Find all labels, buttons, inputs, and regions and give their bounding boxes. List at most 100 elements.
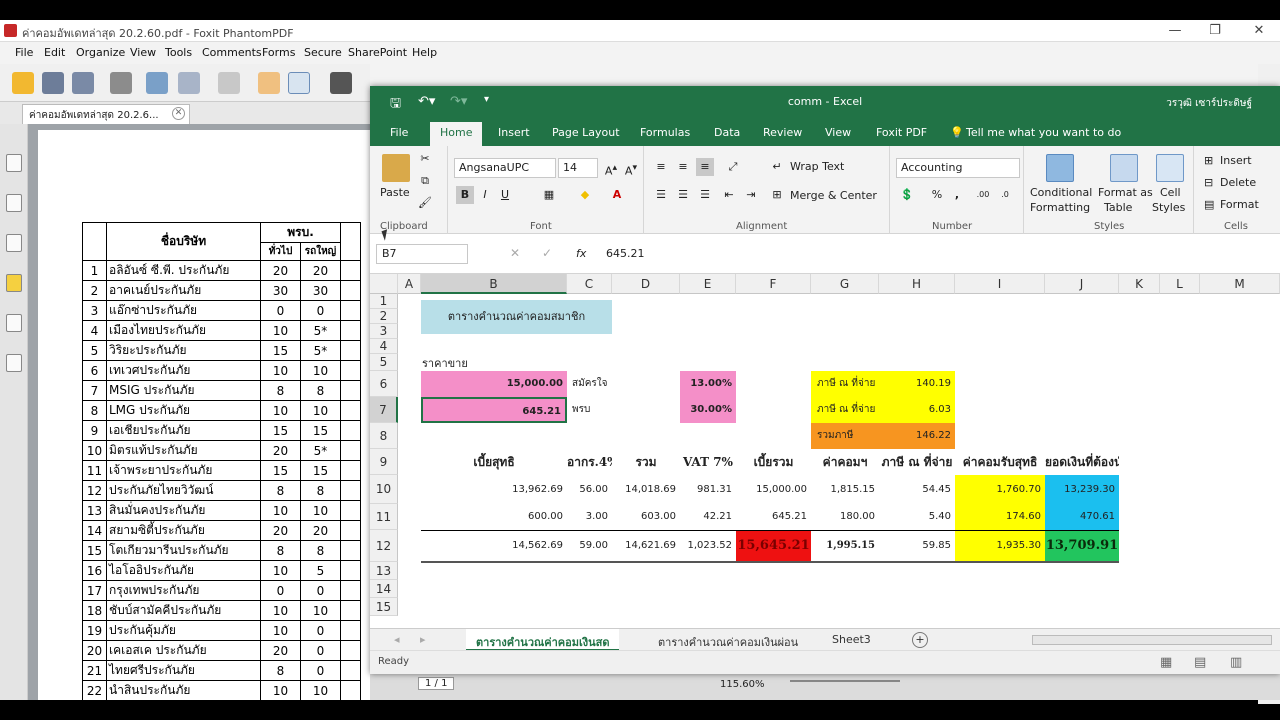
delete-button[interactable]: Delete (1220, 176, 1256, 189)
column-header[interactable]: J (1045, 274, 1119, 294)
menu-organize[interactable]: Organize (76, 46, 125, 59)
open-folder-icon[interactable] (12, 72, 34, 94)
sheet-tab-sheet3[interactable]: Sheet3 (832, 633, 871, 646)
cell-styles-button[interactable]: Cell (1160, 186, 1181, 199)
column-header[interactable]: L (1160, 274, 1200, 294)
normal-view-icon[interactable]: ▦ (1160, 655, 1172, 670)
cell-g6[interactable]: ภาษี ณ ที่จ่าย (811, 371, 879, 397)
fill-color-icon[interactable]: ◆ (576, 186, 594, 204)
column-header[interactable]: A (398, 274, 421, 294)
sheet-next-icon[interactable]: ▸ (420, 633, 426, 646)
tab-close-icon[interactable]: ✕ (172, 107, 185, 120)
row-header[interactable]: 15 (370, 598, 398, 616)
value-cell[interactable]: 59.85 (879, 530, 955, 562)
font-name-box[interactable]: AngsanaUPC (454, 158, 556, 178)
align-bottom-icon[interactable]: ≡ (696, 158, 714, 176)
tab-file[interactable]: File (390, 126, 408, 139)
row-header[interactable]: 9 (370, 449, 398, 475)
bold-button[interactable]: B (456, 186, 474, 204)
underline-button[interactable]: U (496, 186, 514, 204)
hand-icon[interactable] (258, 72, 280, 94)
cell-b6[interactable]: 15,000.00 (421, 371, 567, 397)
row-header[interactable]: 1 (370, 294, 398, 309)
sheet-prev-icon[interactable]: ◂ (394, 633, 400, 646)
row-header[interactable]: 13 (370, 562, 398, 580)
price-label-cell[interactable]: ราคาขาย (422, 354, 562, 372)
column-title-cell[interactable]: VAT 7% (680, 449, 736, 475)
column-header[interactable]: I (955, 274, 1045, 294)
paste-icon[interactable] (382, 154, 410, 182)
value-cell[interactable]: 42.21 (680, 504, 736, 530)
insert-icon[interactable]: ⊞ (1204, 154, 1213, 167)
column-title-cell[interactable]: ค่าคอมรับสุทธิ (955, 449, 1045, 475)
column-header[interactable]: H (879, 274, 955, 294)
tab-insert[interactable]: Insert (498, 126, 530, 139)
print-icon[interactable] (110, 72, 132, 94)
value-cell[interactable]: 15,645.21 (736, 530, 811, 562)
value-cell[interactable]: 54.45 (879, 475, 955, 504)
value-cell[interactable]: 1,815.15 (811, 475, 879, 504)
value-cell[interactable]: 14,621.69 (612, 530, 680, 562)
menu-sharepoint[interactable]: SharePoint (348, 46, 407, 59)
merge-center-button[interactable]: Merge & Center (790, 189, 877, 202)
cell-e6[interactable]: 13.00% (680, 371, 736, 397)
insert-button[interactable]: Insert (1220, 154, 1252, 167)
row-header[interactable]: 14 (370, 580, 398, 598)
add-sheet-icon[interactable]: + (912, 632, 928, 648)
scan-icon[interactable] (178, 72, 200, 94)
eraser-icon[interactable] (6, 234, 22, 252)
align-center-icon[interactable]: ☰ (674, 186, 692, 204)
row-header[interactable]: 2 (370, 309, 398, 324)
value-cell[interactable]: 600.00 (421, 504, 567, 530)
decrease-font-icon[interactable]: A▾ (622, 159, 640, 178)
cell-b7-selected[interactable]: 645.21 (421, 397, 567, 423)
value-cell[interactable]: 13,709.91 (1045, 530, 1119, 562)
row-header[interactable]: 5 (370, 354, 398, 371)
zoom-slider[interactable] (790, 680, 900, 686)
column-title-cell[interactable]: อากร.4% (567, 449, 612, 475)
decrease-decimal-icon[interactable]: .0 (996, 186, 1014, 204)
attachment-icon[interactable] (6, 314, 22, 332)
format-table-button[interactable]: Format as (1098, 186, 1153, 199)
pages-icon[interactable] (6, 154, 22, 172)
cell-c6[interactable]: สมัครใจ (572, 371, 612, 397)
number-format-box[interactable]: Accounting (896, 158, 1020, 178)
name-box[interactable]: B7 (376, 244, 468, 264)
align-middle-icon[interactable]: ≡ (674, 158, 692, 176)
orientation-icon[interactable]: ⤢ (724, 158, 742, 176)
cell-g8[interactable]: รวมภาษี (811, 423, 879, 449)
column-header[interactable]: B (421, 274, 567, 294)
tab-page-layout[interactable]: Page Layout (552, 126, 620, 139)
align-left-icon[interactable]: ☰ (652, 186, 670, 204)
value-cell[interactable]: 1,023.52 (680, 530, 736, 562)
value-cell[interactable]: 1,760.70 (955, 475, 1045, 504)
copy-icon[interactable]: ⧉ (416, 172, 434, 190)
value-cell[interactable]: 470.61 (1045, 504, 1119, 530)
tab-view[interactable]: View (825, 126, 851, 139)
insert-function-icon[interactable]: fx (576, 247, 586, 260)
cell-h6[interactable]: 140.19 (879, 371, 955, 397)
wrap-text-button[interactable]: Wrap Text (790, 160, 844, 173)
italic-button[interactable]: I (476, 186, 494, 204)
menu-help[interactable]: Help (412, 46, 437, 59)
menu-forms[interactable]: Forms (262, 46, 295, 59)
currency-icon[interactable]: 💲 (898, 186, 916, 204)
delete-icon[interactable]: ⊟ (1204, 176, 1213, 189)
formula-input[interactable]: 645.21 (606, 247, 645, 260)
cell-h7[interactable]: 6.03 (879, 397, 955, 423)
row-header[interactable]: 7 (370, 397, 398, 423)
column-header[interactable]: C (567, 274, 612, 294)
select-text-icon[interactable] (288, 72, 310, 94)
enter-icon[interactable]: ✓ (542, 246, 552, 260)
cut-icon[interactable]: ✂ (416, 150, 434, 168)
comma-button[interactable]: , (948, 186, 966, 204)
value-cell[interactable]: 1,995.15 (811, 530, 879, 562)
sheet-tab-cash[interactable]: ตารางคำนวณค่าคอมเงินสด (466, 629, 620, 651)
column-header[interactable]: G (811, 274, 879, 294)
column-header[interactable]: F (736, 274, 811, 294)
font-size-box[interactable]: 14 (558, 158, 598, 178)
increase-indent-icon[interactable]: ⇥ (742, 186, 760, 204)
tell-me-search[interactable]: Tell me what you want to do (966, 126, 1121, 139)
column-title-cell[interactable]: เบี้ยสุทธิ (421, 449, 567, 475)
layers-icon[interactable] (6, 194, 22, 212)
